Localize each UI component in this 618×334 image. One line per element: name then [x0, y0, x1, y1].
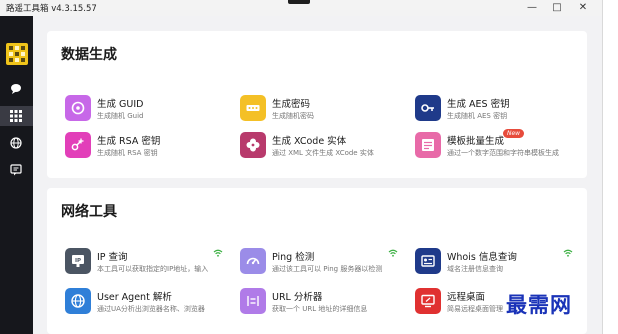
whois-icon — [415, 248, 441, 274]
tool-name: 生成 XCode 实体 — [272, 136, 347, 147]
close-button[interactable]: ✕ — [573, 1, 593, 15]
tool-desc: 获取一个 URL 地址的详细信息 — [272, 305, 368, 313]
minimize-button[interactable]: — — [522, 1, 542, 15]
tool-desc: 生成随机密码 — [272, 112, 314, 120]
tool-generate-rsa-key[interactable]: 生成 RSA 密钥 生成随机 RSA 密钥 — [65, 130, 235, 164]
title-handle — [288, 0, 310, 4]
tool-name: 生成 AES 密钥 — [447, 99, 510, 110]
sidebar — [0, 16, 33, 334]
maximize-button[interactable]: □ — [547, 1, 567, 15]
tool-generate-aes-key[interactable]: 生成 AES 密钥 生成随机 AES 密钥 — [415, 93, 585, 127]
tool-desc: 生成随机 AES 密钥 — [447, 112, 508, 120]
tool-name: 生成 GUID — [97, 99, 144, 110]
app-logo — [6, 43, 28, 65]
tool-generate-guid[interactable]: 生成 GUID 生成随机 Guid — [65, 93, 235, 127]
app-title: 路遥工具箱 v4.3.15.57 — [6, 4, 97, 14]
tool-desc: 通过该工具可以 Ping 服务器以检测 — [272, 265, 383, 273]
feedback-icon — [10, 164, 22, 176]
guid-icon — [65, 95, 91, 121]
tool-desc: 通过一个数字范围和字符串模板生成 — [447, 149, 559, 157]
tool-name: Whois 信息查询 — [447, 252, 517, 263]
new-badge: New — [503, 129, 525, 138]
tool-whois[interactable]: Whois 信息查询 域名注册信息查询 — [415, 246, 585, 280]
tool-desc: 生成随机 RSA 密钥 — [97, 149, 158, 157]
password-icon — [240, 95, 266, 121]
sidebar-item-tools[interactable] — [0, 106, 33, 126]
tool-generate-xcode-entity[interactable]: 生成 XCode 实体 通过 XML 文件生成 XCode 实体 — [240, 130, 410, 164]
tool-desc: 域名注册信息查询 — [447, 265, 503, 273]
wifi-icon — [213, 249, 223, 257]
sidebar-item-web[interactable] — [0, 133, 33, 153]
ip-icon: IP — [65, 248, 91, 274]
tool-name: IP 查询 — [97, 252, 128, 263]
template-icon — [415, 132, 441, 158]
globe-icon — [10, 137, 22, 149]
tool-desc: 通过 XML 文件生成 XCode 实体 — [272, 149, 374, 157]
tool-url-analyzer[interactable]: URL 分析器 获取一个 URL 地址的详细信息 — [240, 286, 410, 320]
sidebar-item-chat[interactable] — [0, 79, 33, 99]
tool-generate-password[interactable]: 生成密码 生成随机密码 — [240, 93, 410, 127]
section-title: 网络工具 — [61, 204, 117, 220]
tool-ping[interactable]: Ping 检测 通过该工具可以 Ping 服务器以检测 — [240, 246, 410, 280]
tool-desc: 通过UA分析出浏览器名称、浏览器 — [97, 305, 205, 313]
wifi-icon — [388, 249, 398, 257]
chat-bubble-icon — [11, 84, 21, 94]
grid-icon — [10, 110, 22, 122]
key-plus-icon — [65, 132, 91, 158]
app-window: 路遥工具箱 v4.3.15.57 — □ ✕ 数据生成 生成 GUID 生成随机… — [0, 0, 602, 334]
url-icon — [240, 288, 266, 314]
tool-name: 生成密码 — [272, 99, 311, 110]
section-title: 数据生成 — [61, 47, 117, 63]
tool-ip-lookup[interactable]: IP IP 查询 本工具可以获取指定的IP地址，输入 — [65, 246, 235, 280]
remote-desktop-icon — [415, 288, 441, 314]
sidebar-item-feedback[interactable] — [0, 160, 33, 180]
tool-name: Ping 检测 — [272, 252, 315, 263]
watermark: 最需网 — [506, 293, 572, 317]
tool-user-agent-parser[interactable]: User Agent 解析 通过UA分析出浏览器名称、浏览器 — [65, 286, 235, 320]
wifi-icon — [563, 249, 573, 257]
tool-desc: 生成随机 Guid — [97, 112, 144, 120]
tool-template-batch[interactable]: 模板批量生成 New 通过一个数字范围和字符串模板生成 — [415, 129, 585, 164]
tool-name: User Agent 解析 — [97, 292, 172, 303]
tool-desc: 本工具可以获取指定的IP地址，输入 — [97, 265, 209, 273]
tool-name: 生成 RSA 密钥 — [97, 136, 161, 147]
key-icon — [415, 95, 441, 121]
title-bar: 路遥工具箱 v4.3.15.57 — □ ✕ — [0, 0, 602, 16]
tool-name: 远程桌面 — [447, 292, 486, 303]
svg-text:IP: IP — [75, 258, 81, 264]
tool-name: URL 分析器 — [272, 292, 323, 303]
background-window-edge — [602, 0, 618, 334]
data-generation-card: 数据生成 生成 GUID 生成随机 Guid 生成密码 生成随机密码 生成 AE… — [47, 31, 587, 178]
gauge-icon — [240, 248, 266, 274]
xcode-icon — [240, 132, 266, 158]
globe-icon — [65, 288, 91, 314]
tool-name: 模板批量生成 — [447, 136, 505, 147]
